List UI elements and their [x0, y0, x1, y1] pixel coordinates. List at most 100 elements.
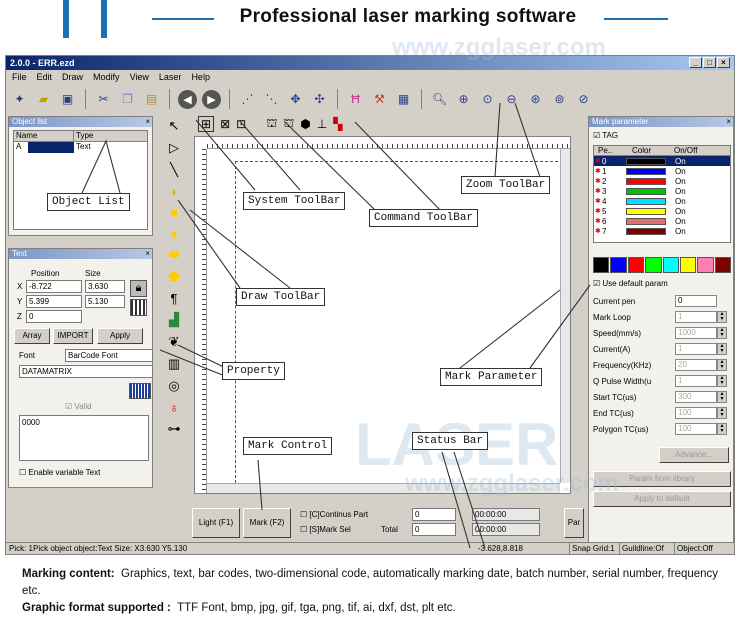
pen-color-swatch[interactable] — [626, 227, 666, 235]
uncombine-icon[interactable]: ⊡ — [236, 117, 246, 131]
pen-row[interactable]: ✱ 1 On — [594, 166, 730, 176]
pen-state[interactable]: On — [672, 197, 686, 206]
pen-color-swatch[interactable] — [626, 197, 666, 205]
palette-swatch[interactable] — [662, 257, 679, 273]
palette-swatch[interactable] — [593, 257, 610, 273]
use-default-checkbox[interactable]: ☑ Use default param — [593, 279, 668, 289]
save-icon[interactable]: ▣ — [58, 90, 77, 109]
barcode-type-select[interactable]: DATAMATRIX — [19, 365, 153, 378]
text-icon[interactable]: ¶ — [171, 291, 178, 306]
pen-color-swatch[interactable] — [626, 167, 666, 175]
lock-icon[interactable]: 🔒︎ — [130, 280, 147, 297]
lock-object-icon[interactable]: ⛫ — [266, 116, 277, 132]
select-arrow-icon[interactable]: ↖ — [169, 118, 180, 134]
parameter-value-field[interactable]: 1 — [675, 375, 717, 387]
light-button[interactable]: Light (F1) — [192, 508, 240, 538]
pen-state[interactable]: On — [672, 157, 686, 166]
pen-color-swatch[interactable] — [626, 177, 666, 185]
column-header-pen[interactable]: Pe.. — [594, 146, 626, 155]
close-icon[interactable]: × — [726, 117, 731, 127]
circle-icon[interactable]: ● — [170, 226, 178, 241]
x-size-field[interactable]: 3.630 — [85, 280, 125, 293]
tools-icon[interactable]: ⚒ — [370, 90, 389, 109]
vertical-scrollbar[interactable] — [560, 149, 570, 483]
pen-color-swatch[interactable] — [626, 207, 666, 215]
node-select-icon[interactable]: ⋰ — [238, 90, 257, 109]
pen-state[interactable]: On — [672, 177, 686, 186]
y-size-field[interactable]: 5.130 — [85, 295, 125, 308]
palette-swatch[interactable] — [645, 257, 662, 273]
undo-icon[interactable]: ◀ — [178, 89, 197, 109]
curve-icon[interactable]: ◗ — [170, 184, 178, 199]
spin-button[interactable]: ▴ ▾ — [717, 327, 727, 339]
status-snap-grid[interactable]: Snap Grid:1 — [569, 543, 615, 554]
combine-icon[interactable]: ⊠ — [220, 117, 230, 131]
spin-button[interactable]: ▴ ▾ — [717, 359, 727, 371]
zoom-fit-icon[interactable]: ⊚ — [550, 90, 569, 109]
polygon-icon[interactable]: ⬟ — [168, 269, 179, 285]
spin-button[interactable]: ▴ ▾ — [717, 343, 727, 355]
parameter-value-field[interactable]: 0 — [675, 295, 717, 307]
status-object-snap[interactable]: Object:Off — [674, 543, 713, 554]
apply-to-default-button[interactable]: Apply to default — [593, 491, 731, 507]
parameter-button[interactable]: Par — [564, 508, 584, 538]
pen-row[interactable]: ✱ 5 On — [594, 206, 730, 216]
ellipse-icon[interactable]: ⬬ — [168, 247, 179, 263]
column-header-name[interactable]: Name — [14, 131, 74, 141]
spin-button[interactable]: ▴ ▾ — [717, 407, 727, 419]
node-edit-icon[interactable]: ⋱ — [262, 90, 281, 109]
apply-button[interactable]: Apply — [97, 328, 143, 344]
menu-edit[interactable]: Edit — [37, 71, 53, 84]
fill-icon[interactable]: ▚ — [333, 117, 342, 131]
group-icon[interactable]: ⬢ — [300, 117, 310, 131]
close-icon[interactable]: × — [145, 249, 150, 259]
continuous-part-checkbox[interactable]: ☐ [C]Continus Part — [300, 510, 368, 520]
node-edit-arrow-icon[interactable]: ▷ — [169, 140, 179, 156]
paste-icon[interactable]: ▤ — [142, 90, 161, 109]
status-guideline[interactable]: Guildline:Of — [619, 543, 664, 554]
x-position-field[interactable]: -8.722 — [26, 280, 82, 293]
zoom-icon[interactable]: 🔍︎ — [430, 90, 449, 109]
pen-state[interactable]: On — [672, 207, 686, 216]
menu-file[interactable]: File — [12, 71, 27, 84]
unlock-object-icon[interactable]: ⛫ — [283, 116, 294, 132]
y-position-field[interactable]: 5.399 — [26, 295, 82, 308]
palette-swatch[interactable] — [697, 257, 714, 273]
pen-row[interactable]: ✱ 0 On — [594, 156, 730, 166]
valid-checkbox[interactable]: ☑ Valid — [65, 402, 92, 412]
time-icon[interactable]: ▥ — [168, 356, 180, 372]
pen-color-swatch[interactable] — [626, 157, 666, 165]
close-button[interactable]: × — [717, 57, 730, 68]
pen-row[interactable]: ✱ 2 On — [594, 176, 730, 186]
open-icon[interactable]: ▰ — [34, 90, 53, 109]
array-button[interactable]: Array — [14, 328, 50, 344]
tag-checkbox[interactable]: ☑ TAG — [593, 131, 618, 141]
pen-state[interactable]: On — [672, 217, 686, 226]
zoom-selected-icon[interactable]: ⊙ — [478, 90, 497, 109]
vector-file-icon[interactable]: ❦ — [169, 334, 180, 350]
parameter-value-field[interactable]: 1 — [675, 311, 717, 323]
menu-modify[interactable]: Modify — [93, 71, 120, 84]
spin-button[interactable]: ▴ ▾ — [717, 423, 727, 435]
spin-button[interactable]: ▴ ▾ — [717, 311, 727, 323]
palette-swatch[interactable] — [679, 257, 697, 273]
column-header-type[interactable]: Type — [74, 131, 93, 141]
node-move-icon[interactable]: ✥ — [286, 90, 305, 109]
parameter-value-field[interactable]: 300 — [675, 391, 717, 403]
horizontal-scrollbar[interactable] — [207, 483, 560, 493]
redo-icon[interactable]: ▶ — [202, 89, 221, 109]
anchor-grid-icon[interactable] — [130, 299, 147, 316]
zoom-in-icon[interactable]: ⊕ — [454, 90, 473, 109]
text-content-field[interactable]: 0000 — [19, 415, 149, 461]
zoom-out-icon[interactable]: ⊖ — [502, 90, 521, 109]
advance-button[interactable]: Advance... — [659, 447, 729, 463]
parameter-value-field[interactable]: 100 — [675, 423, 717, 435]
parameter-value-field[interactable]: 1 — [675, 343, 717, 355]
table-row[interactable]: A Text — [14, 142, 147, 153]
spin-button[interactable]: ▴ ▾ — [717, 391, 727, 403]
pen-color-swatch[interactable] — [626, 187, 666, 195]
column-header-color[interactable]: Color — [626, 146, 670, 155]
pen-row[interactable]: ✱ 4 On — [594, 196, 730, 206]
mark-button[interactable]: Mark (F2) — [243, 508, 291, 538]
zoom-all-icon[interactable]: ⊛ — [526, 90, 545, 109]
